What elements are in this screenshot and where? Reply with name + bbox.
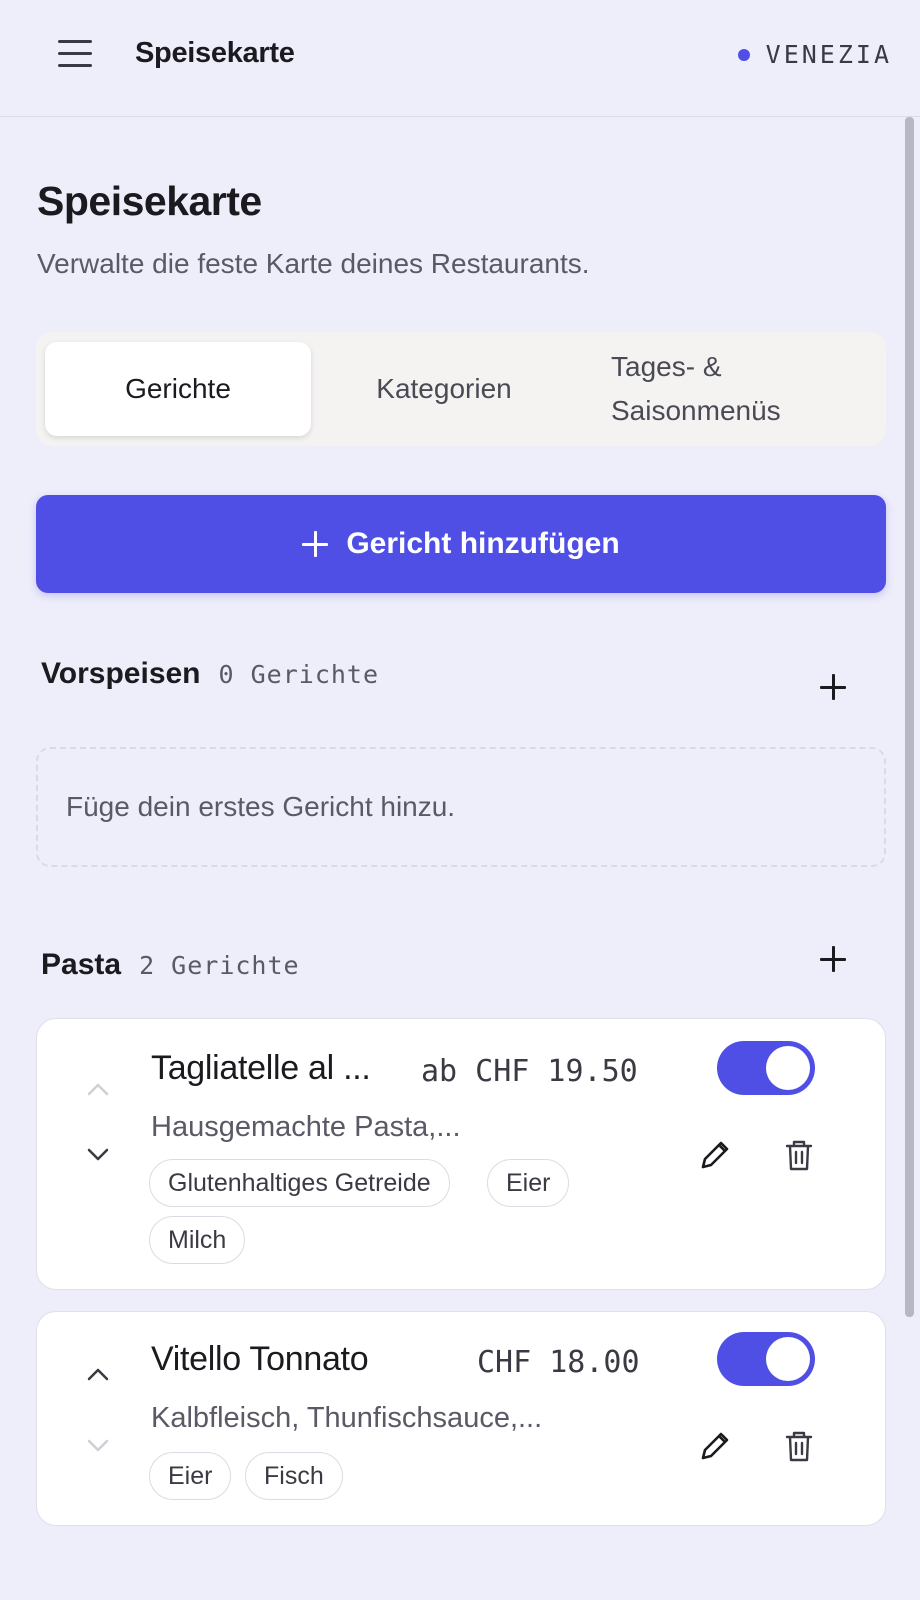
delete-trash-icon[interactable] [779, 1426, 819, 1466]
move-down-chevron-icon[interactable] [83, 1430, 113, 1460]
dish-price: CHF 18.00 [477, 1345, 640, 1380]
add-dish-label: Gericht hinzufügen [346, 527, 620, 560]
dish-card[interactable]: Tagliatelle al ... ab CHF 19.50 Hausgema… [36, 1018, 886, 1290]
allergen-tag: Glutenhaltiges Getreide [149, 1159, 450, 1207]
move-up-chevron-icon[interactable] [83, 1360, 113, 1390]
availability-toggle[interactable] [717, 1332, 815, 1386]
move-up-chevron-icon[interactable] [83, 1075, 113, 1105]
delete-trash-icon[interactable] [779, 1135, 819, 1175]
move-down-chevron-icon[interactable] [83, 1139, 113, 1169]
dish-description: Kalbfleisch, Thunfischsauce,... [151, 1402, 543, 1434]
plus-icon [302, 531, 329, 557]
tab-kategorien[interactable]: Kategorien [311, 342, 577, 436]
tab-label-line1: Tages- & [611, 351, 722, 382]
tab-tages-saisonmenues[interactable]: Tages- & Saisonmenüs [577, 342, 877, 436]
add-to-section-plus-icon[interactable] [820, 674, 848, 702]
section-count: 2 Gerichte [139, 951, 300, 980]
status-dot-icon [737, 48, 750, 61]
allergen-tag: Milch [149, 1216, 246, 1264]
edit-pencil-icon[interactable] [695, 1135, 735, 1175]
add-dish-button[interactable]: Gericht hinzufügen [36, 495, 886, 593]
section-header-pasta: Pasta 2 Gerichte [41, 948, 300, 982]
section-header-vorspeisen: Vorspeisen 0 Gerichte [41, 657, 379, 691]
app-title: Speisekarte [135, 37, 295, 69]
scrollbar[interactable] [905, 117, 914, 1317]
dish-card[interactable]: Vitello Tonnato CHF 18.00 Kalbfleisch, T… [36, 1311, 886, 1526]
empty-state: Füge dein erstes Gericht hinzu. [36, 747, 886, 867]
dish-price: ab CHF 19.50 [421, 1054, 638, 1089]
tab-gerichte[interactable]: Gerichte [45, 342, 311, 436]
allergen-tag: Eier [487, 1159, 570, 1207]
allergen-tag: Eier [149, 1452, 232, 1500]
tenant-indicator: VENEZIA [737, 40, 892, 69]
edit-pencil-icon[interactable] [695, 1426, 735, 1466]
tenant-name: VENEZIA [765, 40, 892, 69]
add-to-section-plus-icon[interactable] [820, 946, 848, 974]
section-count: 0 Gerichte [218, 660, 380, 689]
tab-label-line2: Saisonmenüs [611, 395, 781, 426]
section-name: Vorspeisen [41, 657, 201, 690]
dish-description: Hausgemachte Pasta,... [151, 1111, 461, 1143]
dish-name: Tagliatelle al ... [151, 1049, 371, 1087]
tab-bar: Gerichte Kategorien Tages- & Saisonmenüs [36, 332, 886, 446]
page-title: Speisekarte [37, 178, 262, 224]
page-subtitle: Verwalte die feste Karte deines Restaura… [37, 248, 590, 279]
hamburger-menu-icon[interactable] [56, 36, 94, 72]
top-bar: Speisekarte VENEZIA [0, 0, 920, 117]
allergen-tag: Fisch [245, 1452, 343, 1500]
availability-toggle[interactable] [717, 1041, 815, 1095]
dish-name: Vitello Tonnato [151, 1340, 369, 1378]
section-name: Pasta [41, 948, 122, 981]
